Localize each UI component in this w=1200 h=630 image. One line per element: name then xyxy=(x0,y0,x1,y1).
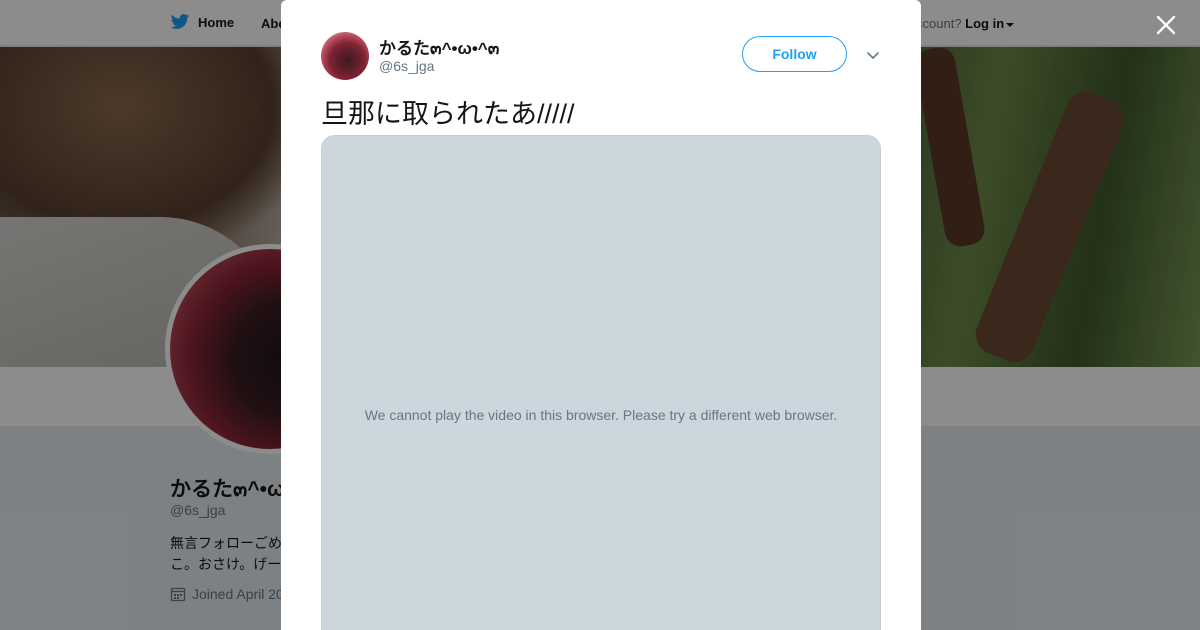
tweet-modal: かるた๓^•ω•^๓ @6s_jga Follow 旦那に取られたあ///// … xyxy=(281,0,921,630)
video-player[interactable]: We cannot play the video in this browser… xyxy=(321,135,881,630)
tweet-author-avatar[interactable] xyxy=(321,32,369,80)
tweet-text: 旦那に取られたあ///// xyxy=(321,99,575,129)
close-icon[interactable] xyxy=(1153,12,1179,38)
video-unsupported-message: We cannot play the video in this browser… xyxy=(364,407,838,423)
follow-button[interactable]: Follow xyxy=(742,36,847,72)
tweet-author-handle[interactable]: @6s_jga xyxy=(379,58,434,74)
chevron-down-icon[interactable] xyxy=(865,47,881,63)
